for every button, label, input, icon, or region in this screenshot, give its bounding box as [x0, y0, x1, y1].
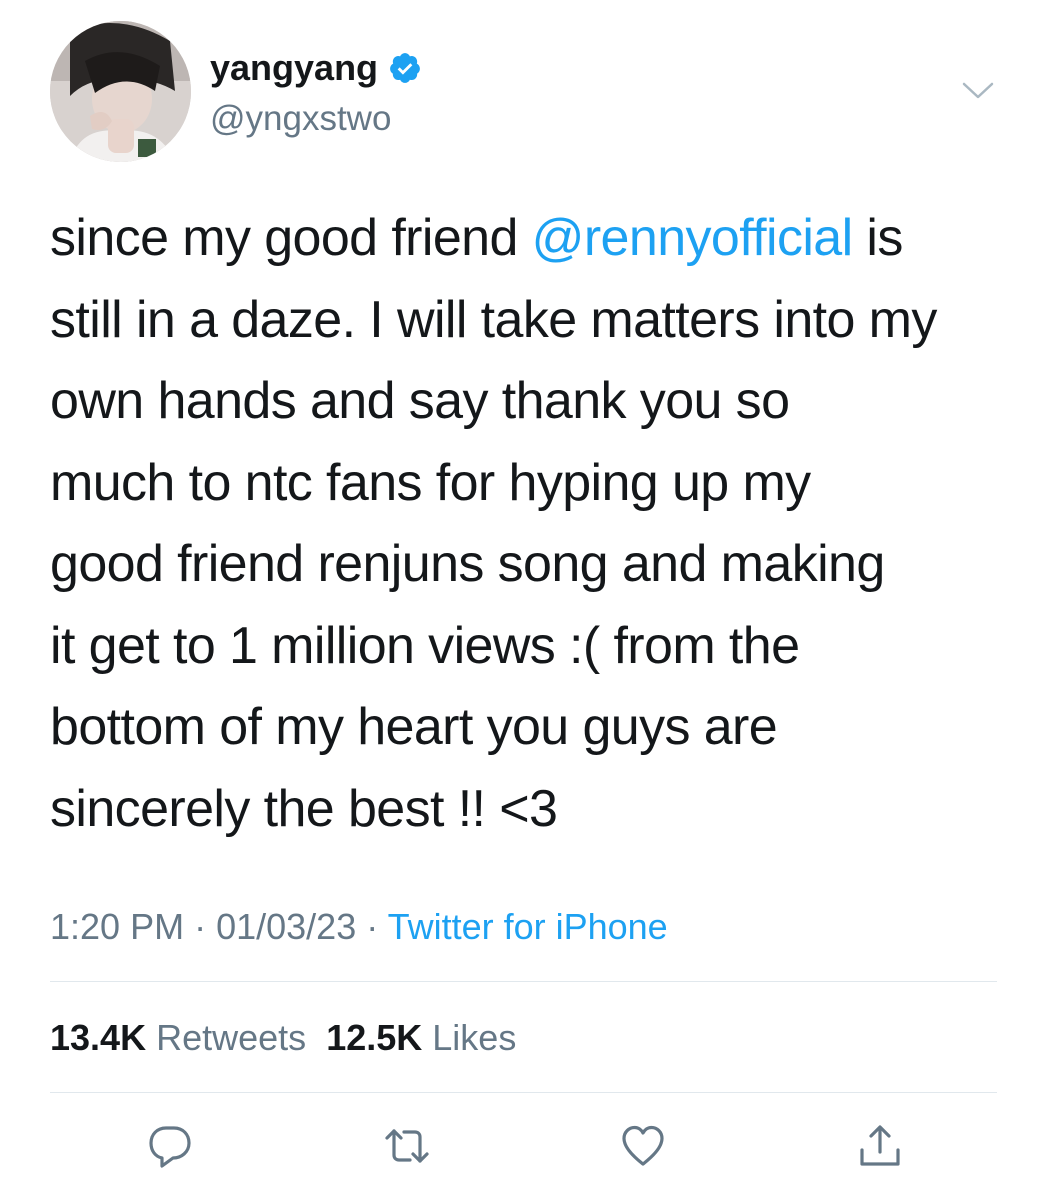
- share-icon[interactable]: [856, 1122, 904, 1170]
- tweet-line: still in a daze. I will take matters int…: [50, 290, 937, 349]
- retweets-stat[interactable]: 13.4K Retweets: [50, 1017, 306, 1058]
- user-handle[interactable]: @yngxstwo: [210, 97, 391, 141]
- likes-label: Likes: [432, 1017, 517, 1058]
- meta-separator: ·: [356, 906, 388, 947]
- display-name-row[interactable]: yangyang: [210, 46, 422, 90]
- tweet-text: since my good friend @rennyofficial is s…: [50, 198, 1010, 850]
- likes-stat[interactable]: 12.5K Likes: [326, 1017, 516, 1058]
- tweet-source-link[interactable]: Twitter for iPhone: [388, 906, 668, 947]
- retweets-label: Retweets: [156, 1017, 307, 1058]
- tweet-time[interactable]: 1:20 PM: [50, 906, 184, 947]
- tweet-text-segment: is: [852, 209, 903, 267]
- retweet-icon[interactable]: [383, 1122, 431, 1170]
- meta-separator: ·: [184, 906, 217, 947]
- tweet-line: bottom of my heart you guys are: [50, 698, 778, 756]
- tweet-line: it get to 1 million views :( from the: [50, 616, 800, 675]
- divider: [50, 1092, 997, 1093]
- tweet-line: own hands and say thank you so: [50, 372, 790, 430]
- avatar-photo: [50, 21, 191, 162]
- divider: [50, 981, 997, 982]
- verified-badge-icon: [390, 53, 420, 83]
- tweet-meta: 1:20 PM · 01/03/23 · Twitter for iPhone: [50, 904, 668, 950]
- tweet-date[interactable]: 01/03/23: [216, 906, 356, 947]
- reply-icon[interactable]: [146, 1122, 194, 1170]
- tweet-line: good friend renjuns song and making: [50, 535, 885, 593]
- tweet-text-segment: since my good friend: [50, 209, 532, 267]
- mention-link[interactable]: @rennyofficial: [532, 209, 854, 267]
- tweet-line: since my good friend @rennyofficial is: [50, 198, 1010, 280]
- chevron-down-icon[interactable]: [960, 78, 996, 102]
- likes-count: 12.5K: [326, 1017, 423, 1058]
- tweet-stats: 13.4K Retweets 12.5K Likes: [50, 1015, 516, 1061]
- avatar[interactable]: [50, 21, 191, 162]
- tweet-line: much to ntc fans for hyping up my: [50, 453, 811, 512]
- display-name[interactable]: yangyang: [210, 46, 378, 90]
- action-bar: [0, 1122, 1047, 1172]
- retweets-count: 13.4K: [50, 1017, 147, 1058]
- heart-icon[interactable]: [619, 1122, 667, 1170]
- tweet-line: sincerely the best !! <3: [50, 779, 558, 838]
